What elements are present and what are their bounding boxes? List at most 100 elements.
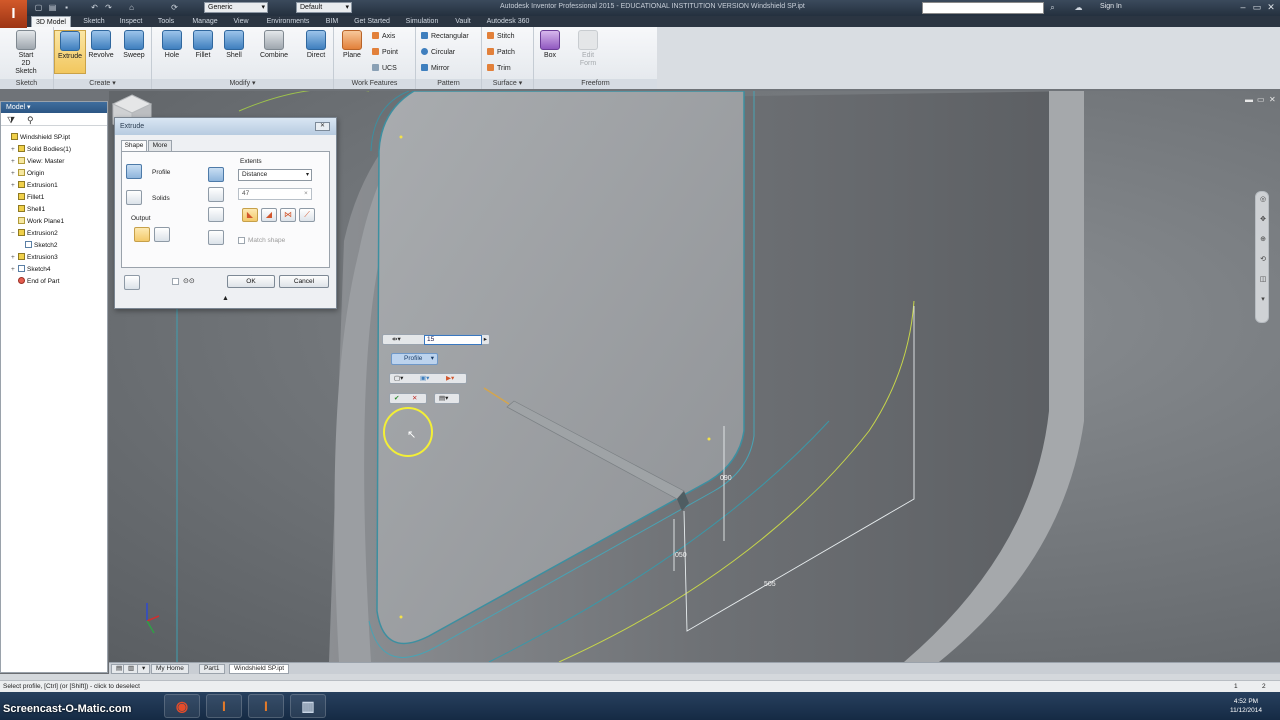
tree-expander-icon[interactable]: + <box>11 252 18 264</box>
plane-button[interactable]: Plane <box>336 30 368 74</box>
ucs-button[interactable]: UCS <box>372 63 397 74</box>
pan-icon[interactable]: ✥ <box>1259 216 1267 224</box>
output-surface-button[interactable] <box>154 227 170 242</box>
communication-icon[interactable]: ☁ <box>1074 3 1083 12</box>
axis-button[interactable]: Axis <box>372 31 395 42</box>
tab-autodesk-360[interactable]: Autodesk 360 <box>481 16 535 27</box>
start-2d-sketch-button[interactable]: Start 2D Sketch <box>10 30 42 75</box>
join-button[interactable] <box>208 167 224 182</box>
distance-clear-icon[interactable]: × <box>304 190 308 197</box>
maximize-button[interactable]: ▭ <box>1250 1 1264 14</box>
browser-tree-item[interactable]: End of Part <box>11 276 60 288</box>
doc-tab-part1[interactable]: Part1 <box>199 664 225 674</box>
navbar-options-icon[interactable]: ▾ <box>1259 296 1267 304</box>
patch-button[interactable]: Patch <box>487 47 515 58</box>
revolve-button[interactable]: Revolve <box>85 30 117 74</box>
dimension-label-505[interactable]: 505 <box>764 581 776 588</box>
browser-tree-item[interactable]: + Origin <box>11 168 44 180</box>
browser-tree-item[interactable]: + Extrusion3 <box>11 252 58 264</box>
look-at-icon[interactable]: ◫ <box>1259 276 1267 284</box>
edit-form-button[interactable]: Edit Form <box>572 30 604 74</box>
rectangular-pattern-button[interactable]: Rectangular <box>421 31 469 42</box>
dialog-title[interactable]: Extrude <box>115 118 336 135</box>
trim-button[interactable]: Trim <box>487 63 511 74</box>
browser-tree-item[interactable]: Windshield SP.ipt <box>4 132 70 144</box>
cancel-x-icon[interactable]: ✕ <box>412 394 417 403</box>
sweep-button[interactable]: Sweep <box>118 30 150 74</box>
solid-option-icon[interactable]: ▣▾ <box>420 374 429 383</box>
hole-button[interactable]: Hole <box>156 30 188 74</box>
ok-button[interactable]: OK <box>227 275 275 288</box>
tab-view[interactable]: View <box>227 16 255 27</box>
intersect-button[interactable] <box>208 207 224 222</box>
browser-header[interactable]: Model ▾ <box>1 102 107 113</box>
help-button[interactable] <box>124 275 140 290</box>
preview-checkbox[interactable] <box>172 278 179 285</box>
viewport-restore-icon[interactable]: ▭ <box>1257 95 1265 104</box>
orbit-icon[interactable]: ⟲ <box>1259 256 1267 264</box>
extents-select[interactable]: Distance <box>238 169 312 181</box>
direction-symmetric-button[interactable]: ⋈ <box>280 208 296 222</box>
viewport-close-icon[interactable]: ✕ <box>1269 95 1276 104</box>
match-shape-checkbox[interactable] <box>238 237 245 244</box>
direction-asymmetric-button[interactable]: ⟋ <box>299 208 315 222</box>
circular-pattern-button[interactable]: Circular <box>421 47 455 58</box>
tab-tools[interactable]: Tools <box>151 16 181 27</box>
close-button[interactable]: ✕ <box>1264 1 1278 14</box>
inventor-task-icon[interactable]: I <box>206 694 242 718</box>
tab-menu-icon[interactable]: ▾ <box>137 664 151 674</box>
appearance-select[interactable]: Generic <box>204 2 268 13</box>
tab-vault[interactable]: Vault <box>449 16 477 27</box>
distance-type-icon[interactable]: ⇹▾ <box>392 335 401 344</box>
browser-tree-item[interactable]: + View: Master <box>11 156 64 168</box>
help-search-input[interactable] <box>922 2 1044 14</box>
tab-get-started[interactable]: Get Started <box>347 16 397 27</box>
filter-icon[interactable]: ⧩ <box>7 115 15 126</box>
browser-tree-item[interactable]: Fillet1 <box>11 192 44 204</box>
box-button[interactable]: Box <box>534 30 566 74</box>
tree-expander-icon[interactable]: + <box>11 264 18 276</box>
tab-shape[interactable]: Shape <box>121 140 147 151</box>
profile-select-button[interactable] <box>126 164 142 179</box>
tab-inspect[interactable]: Inspect <box>113 16 149 27</box>
dialog-expand-icon[interactable]: ▲ <box>222 295 229 302</box>
mini-toolbar-distance-input[interactable]: 15 <box>424 335 482 345</box>
output-option-icon[interactable]: ▢▾ <box>394 374 403 383</box>
output-solid-button[interactable] <box>134 227 150 242</box>
tree-expander-icon[interactable]: + <box>11 144 18 156</box>
undo-icon[interactable]: ↶ <box>90 3 99 12</box>
mirror-button[interactable]: Mirror <box>421 63 449 74</box>
doc-tab-windshield[interactable]: Windshield SP.ipt <box>229 664 290 674</box>
direction-flipped-button[interactable]: ◢ <box>261 208 277 222</box>
open-icon[interactable]: ▤ <box>48 3 57 12</box>
new-solid-button[interactable] <box>208 230 224 245</box>
save-icon[interactable]: ▪ <box>62 3 71 12</box>
tab-simulation[interactable]: Simulation <box>399 16 445 27</box>
browser-tree-item[interactable]: + Extrusion1 <box>11 180 58 192</box>
browser-tree-item[interactable]: Shell1 <box>11 204 45 216</box>
cancel-button[interactable]: Cancel <box>279 275 329 288</box>
new-icon[interactable]: ▢ <box>34 3 43 12</box>
extrude-button[interactable]: Extrude <box>54 30 86 74</box>
steering-wheel-icon[interactable]: ◎ <box>1259 196 1267 204</box>
explorer-task-icon[interactable]: ▥ <box>290 694 326 718</box>
browser-tree-item[interactable]: − Extrusion2 <box>11 228 58 240</box>
cut-button[interactable] <box>208 187 224 202</box>
tab-bim[interactable]: BIM <box>321 16 343 27</box>
mini-toolbar-profile-button[interactable]: Profile ▾ <box>391 353 438 365</box>
doc-tab-my-home[interactable]: My Home <box>151 664 189 674</box>
ok-check-icon[interactable]: ✔ <box>394 394 399 403</box>
tree-expander-icon[interactable]: + <box>11 156 18 168</box>
direction-default-button[interactable]: ◣ <box>242 208 258 222</box>
tree-expander-icon[interactable]: − <box>11 228 18 240</box>
combine-button[interactable]: Combine <box>256 30 292 74</box>
browser-tree-item[interactable]: Work Plane1 <box>11 216 64 228</box>
tab-sketch[interactable]: Sketch <box>77 16 111 27</box>
direction-option-icon[interactable]: ▶▾ <box>446 374 454 383</box>
find-icon[interactable]: ⚲ <box>27 115 34 126</box>
stitch-button[interactable]: Stitch <box>487 31 515 42</box>
fillet-button[interactable]: Fillet <box>187 30 219 74</box>
minimize-button[interactable]: – <box>1236 1 1250 14</box>
solids-select-button[interactable] <box>126 190 142 205</box>
dialog-close-button[interactable]: ✕ <box>315 122 330 131</box>
